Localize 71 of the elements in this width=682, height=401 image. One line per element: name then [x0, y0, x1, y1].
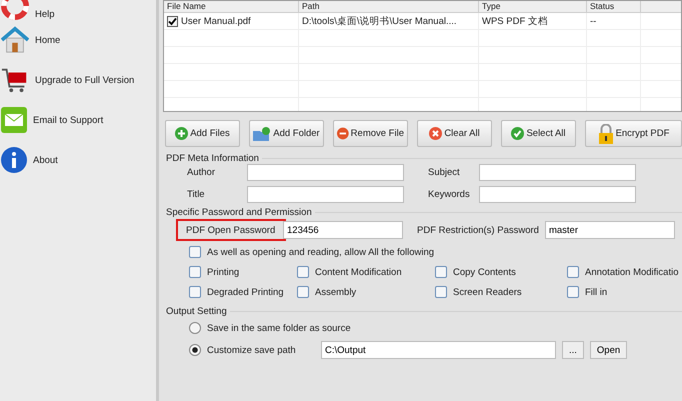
password-field[interactable]: master: [544, 221, 675, 239]
checkbox-label: Degraded Printing: [207, 286, 284, 298]
field-label: PDF Open Password: [186, 224, 276, 236]
checkbox[interactable]: [567, 286, 579, 298]
input-field[interactable]: [247, 164, 404, 181]
checkbox[interactable]: [189, 246, 201, 258]
minus-icon: [337, 127, 349, 140]
table-cell: D:\tools\桌面\说明书\User Manual....: [302, 14, 457, 28]
check-icon: [511, 127, 524, 140]
house-icon: [1, 26, 29, 54]
checkbox[interactable]: [167, 16, 178, 26]
field-label: Title: [187, 189, 206, 200]
checkbox-label: Fill in: [585, 286, 608, 298]
column-header[interactable]: Type: [479, 1, 587, 12]
column-header[interactable]: Path: [299, 1, 479, 12]
plus-icon: [175, 127, 188, 140]
checkbox[interactable]: [435, 266, 447, 278]
checkbox[interactable]: [567, 266, 579, 278]
checkbox[interactable]: [189, 266, 201, 278]
group-title: Specific Password and Permission: [165, 207, 313, 218]
open-button[interactable]: Open: [590, 341, 628, 359]
sidebar-item[interactable]: Email to Support: [0, 100, 156, 140]
checkbox[interactable]: [297, 286, 309, 298]
encrypt-button[interactable]: Encrypt PDF: [585, 120, 682, 147]
radio-label: Save in the same folder as source: [207, 322, 351, 334]
column-header[interactable]: File Name: [164, 1, 299, 12]
field-label: Keywords: [427, 189, 471, 200]
password-field[interactable]: 123456: [283, 221, 403, 239]
table-cell: WPS PDF 文档: [482, 14, 548, 28]
radio-button[interactable]: [189, 344, 201, 356]
checkbox[interactable]: [435, 286, 447, 298]
input-field[interactable]: [247, 186, 404, 203]
radio-label: Customize save path: [207, 344, 297, 356]
checkbox-label: Annotation Modificatio: [585, 266, 678, 278]
checkbox-label: As well as opening and reading, allow All the following: [207, 246, 434, 258]
close-icon: [429, 127, 442, 140]
cart-icon: [1, 66, 29, 94]
padlock-icon: [598, 124, 614, 144]
checkbox-label: Printing: [207, 266, 240, 278]
envelope-icon: [1, 107, 27, 133]
sidebar-item[interactable]: Help: [0, 0, 156, 20]
sidebar-item[interactable]: About: [0, 140, 156, 180]
field-label: PDF Restriction(s) Password: [417, 224, 539, 236]
action-button[interactable]: Remove File: [333, 120, 408, 147]
table-cell: User Manual.pdf: [181, 16, 251, 26]
checkbox-label: Content Modification: [315, 266, 402, 278]
path-field[interactable]: C:\Output: [321, 341, 556, 359]
action-button[interactable]: Clear All: [417, 120, 492, 147]
field-label: Author: [187, 167, 216, 178]
table-cell: --: [590, 16, 596, 26]
checkbox-label: Assembly: [315, 286, 356, 298]
column-header[interactable]: Status: [587, 1, 641, 12]
browse-button[interactable]: ...: [562, 341, 584, 359]
action-button[interactable]: Add Folder: [249, 120, 324, 147]
checkbox[interactable]: [189, 286, 201, 298]
input-field[interactable]: [479, 186, 636, 203]
lifebuoy-icon: [1, 0, 29, 20]
sidebar-item[interactable]: Home: [0, 20, 156, 60]
group-title: PDF Meta Information: [165, 153, 260, 164]
radio-button[interactable]: [189, 322, 201, 334]
action-button[interactable]: Select All: [501, 120, 576, 147]
checkbox-label: Screen Readers: [453, 286, 522, 298]
info-icon: [1, 147, 27, 173]
action-button[interactable]: Add Files: [165, 120, 240, 147]
field-label: Subject: [427, 167, 461, 178]
folder-icon: [253, 126, 272, 140]
input-field[interactable]: [479, 164, 636, 181]
group-title: Output Setting: [165, 306, 228, 317]
checkbox[interactable]: [297, 266, 309, 278]
checkbox-label: Copy Contents: [453, 266, 516, 278]
sidebar-item[interactable]: Upgrade to Full Version: [0, 60, 156, 100]
